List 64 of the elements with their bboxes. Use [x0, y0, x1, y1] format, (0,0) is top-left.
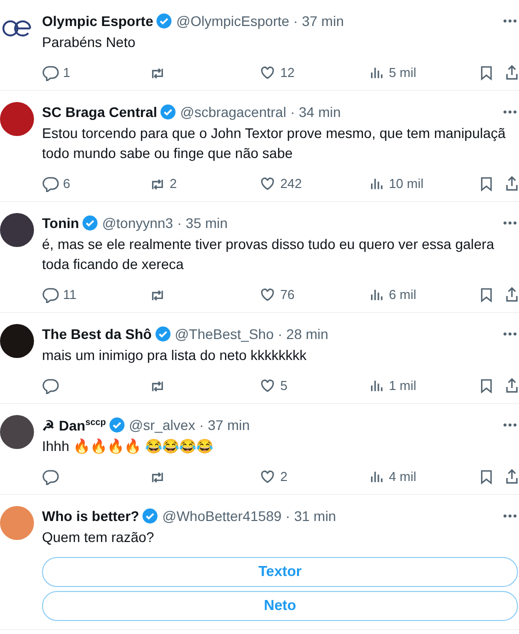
user-name[interactable]: Tonin	[42, 215, 80, 231]
reply-count: 6	[63, 176, 70, 190]
user-name[interactable]: Who is better?	[42, 508, 140, 524]
share-icon[interactable]	[505, 286, 519, 302]
user-handle[interactable]: @tonyynn3	[102, 215, 174, 231]
logo-icon	[1, 18, 33, 38]
share-icon[interactable]	[505, 376, 519, 394]
user-name[interactable]: Olympic Esporte	[42, 13, 154, 29]
user-handle[interactable]: @TheBest_Sho	[174, 326, 274, 342]
more-icon[interactable]	[503, 514, 517, 518]
avatar[interactable]	[0, 102, 34, 136]
reply-icon[interactable]	[42, 174, 59, 192]
more-icon[interactable]	[503, 332, 517, 336]
tweet-text: Parabéns Neto	[42, 33, 136, 52]
view-count: 10 mil	[388, 176, 424, 190]
like-count: 12	[280, 64, 295, 80]
more-icon[interactable]	[503, 110, 517, 114]
heart-icon[interactable]	[259, 174, 276, 192]
tweet-text: Estou torcendo para que o John Textor prove mesmo, que tem manipulaçã todo mundo sabe ou finge que não sabe	[42, 124, 507, 163]
heart-icon[interactable]	[259, 468, 276, 484]
timestamp[interactable]: · 37 min	[199, 417, 250, 433]
timestamp[interactable]: · 31 min	[286, 508, 336, 524]
like-count: 2	[280, 468, 288, 484]
view-count: 6 mil	[388, 286, 416, 302]
view-count: 1 mil	[388, 378, 416, 392]
heart-icon[interactable]	[259, 64, 276, 80]
share-icon[interactable]	[505, 64, 519, 80]
reply-icon[interactable]	[42, 376, 59, 394]
reply-count: 1	[63, 64, 70, 80]
user-name[interactable]: SC Braga Central	[42, 104, 158, 120]
timestamp[interactable]: · 35 min	[177, 215, 228, 231]
reply-icon[interactable]	[42, 468, 59, 484]
reply-count: 11	[63, 286, 76, 302]
avatar[interactable]	[0, 324, 34, 358]
share-icon[interactable]	[505, 468, 519, 484]
tweet-text: Ihhh 🔥🔥🔥🔥 😂😂😂😂	[42, 437, 214, 456]
user-name[interactable]: The Best da Shô	[42, 326, 152, 342]
more-icon[interactable]	[503, 221, 517, 225]
more-icon[interactable]	[503, 423, 517, 427]
heart-icon[interactable]	[259, 376, 276, 394]
heart-icon[interactable]	[259, 286, 276, 302]
view-count: 4 mil	[388, 468, 416, 484]
tweet-text: Quem tem razão?	[42, 528, 156, 547]
more-icon[interactable]	[503, 19, 517, 23]
user-name[interactable]: ☭ Dan$^{sccp}$	[42, 416, 106, 434]
share-icon[interactable]	[505, 174, 519, 192]
user-handle[interactable]: @sr_alvex	[128, 417, 196, 433]
view-count: 5 mil	[388, 64, 416, 80]
tweet-text: mais um inimigo pra lista do neto kkkkkkkk	[42, 346, 308, 365]
like-count: 76	[280, 286, 295, 302]
tweet-text: é, mas se ele realmente tiver provas disso tudo eu quero ver essa galera toda ficando de xereca	[42, 235, 496, 274]
user-handle[interactable]: @WhoBetter41589	[162, 508, 282, 524]
reply-icon[interactable]	[42, 286, 59, 302]
user-handle[interactable]: @OlympicEsporte	[176, 13, 290, 29]
reply-icon[interactable]	[42, 64, 59, 80]
timestamp[interactable]: · 28 min	[278, 326, 328, 342]
timestamp[interactable]: · 37 min	[293, 13, 344, 29]
retweet-count: 2	[170, 176, 177, 190]
timestamp[interactable]: · 34 min	[290, 104, 341, 120]
like-count: 5	[280, 378, 288, 392]
avatar[interactable]	[0, 415, 34, 449]
like-count: 242	[280, 176, 302, 190]
avatar[interactable]	[0, 213, 34, 247]
user-handle[interactable]: @scbragacentral	[180, 104, 286, 120]
